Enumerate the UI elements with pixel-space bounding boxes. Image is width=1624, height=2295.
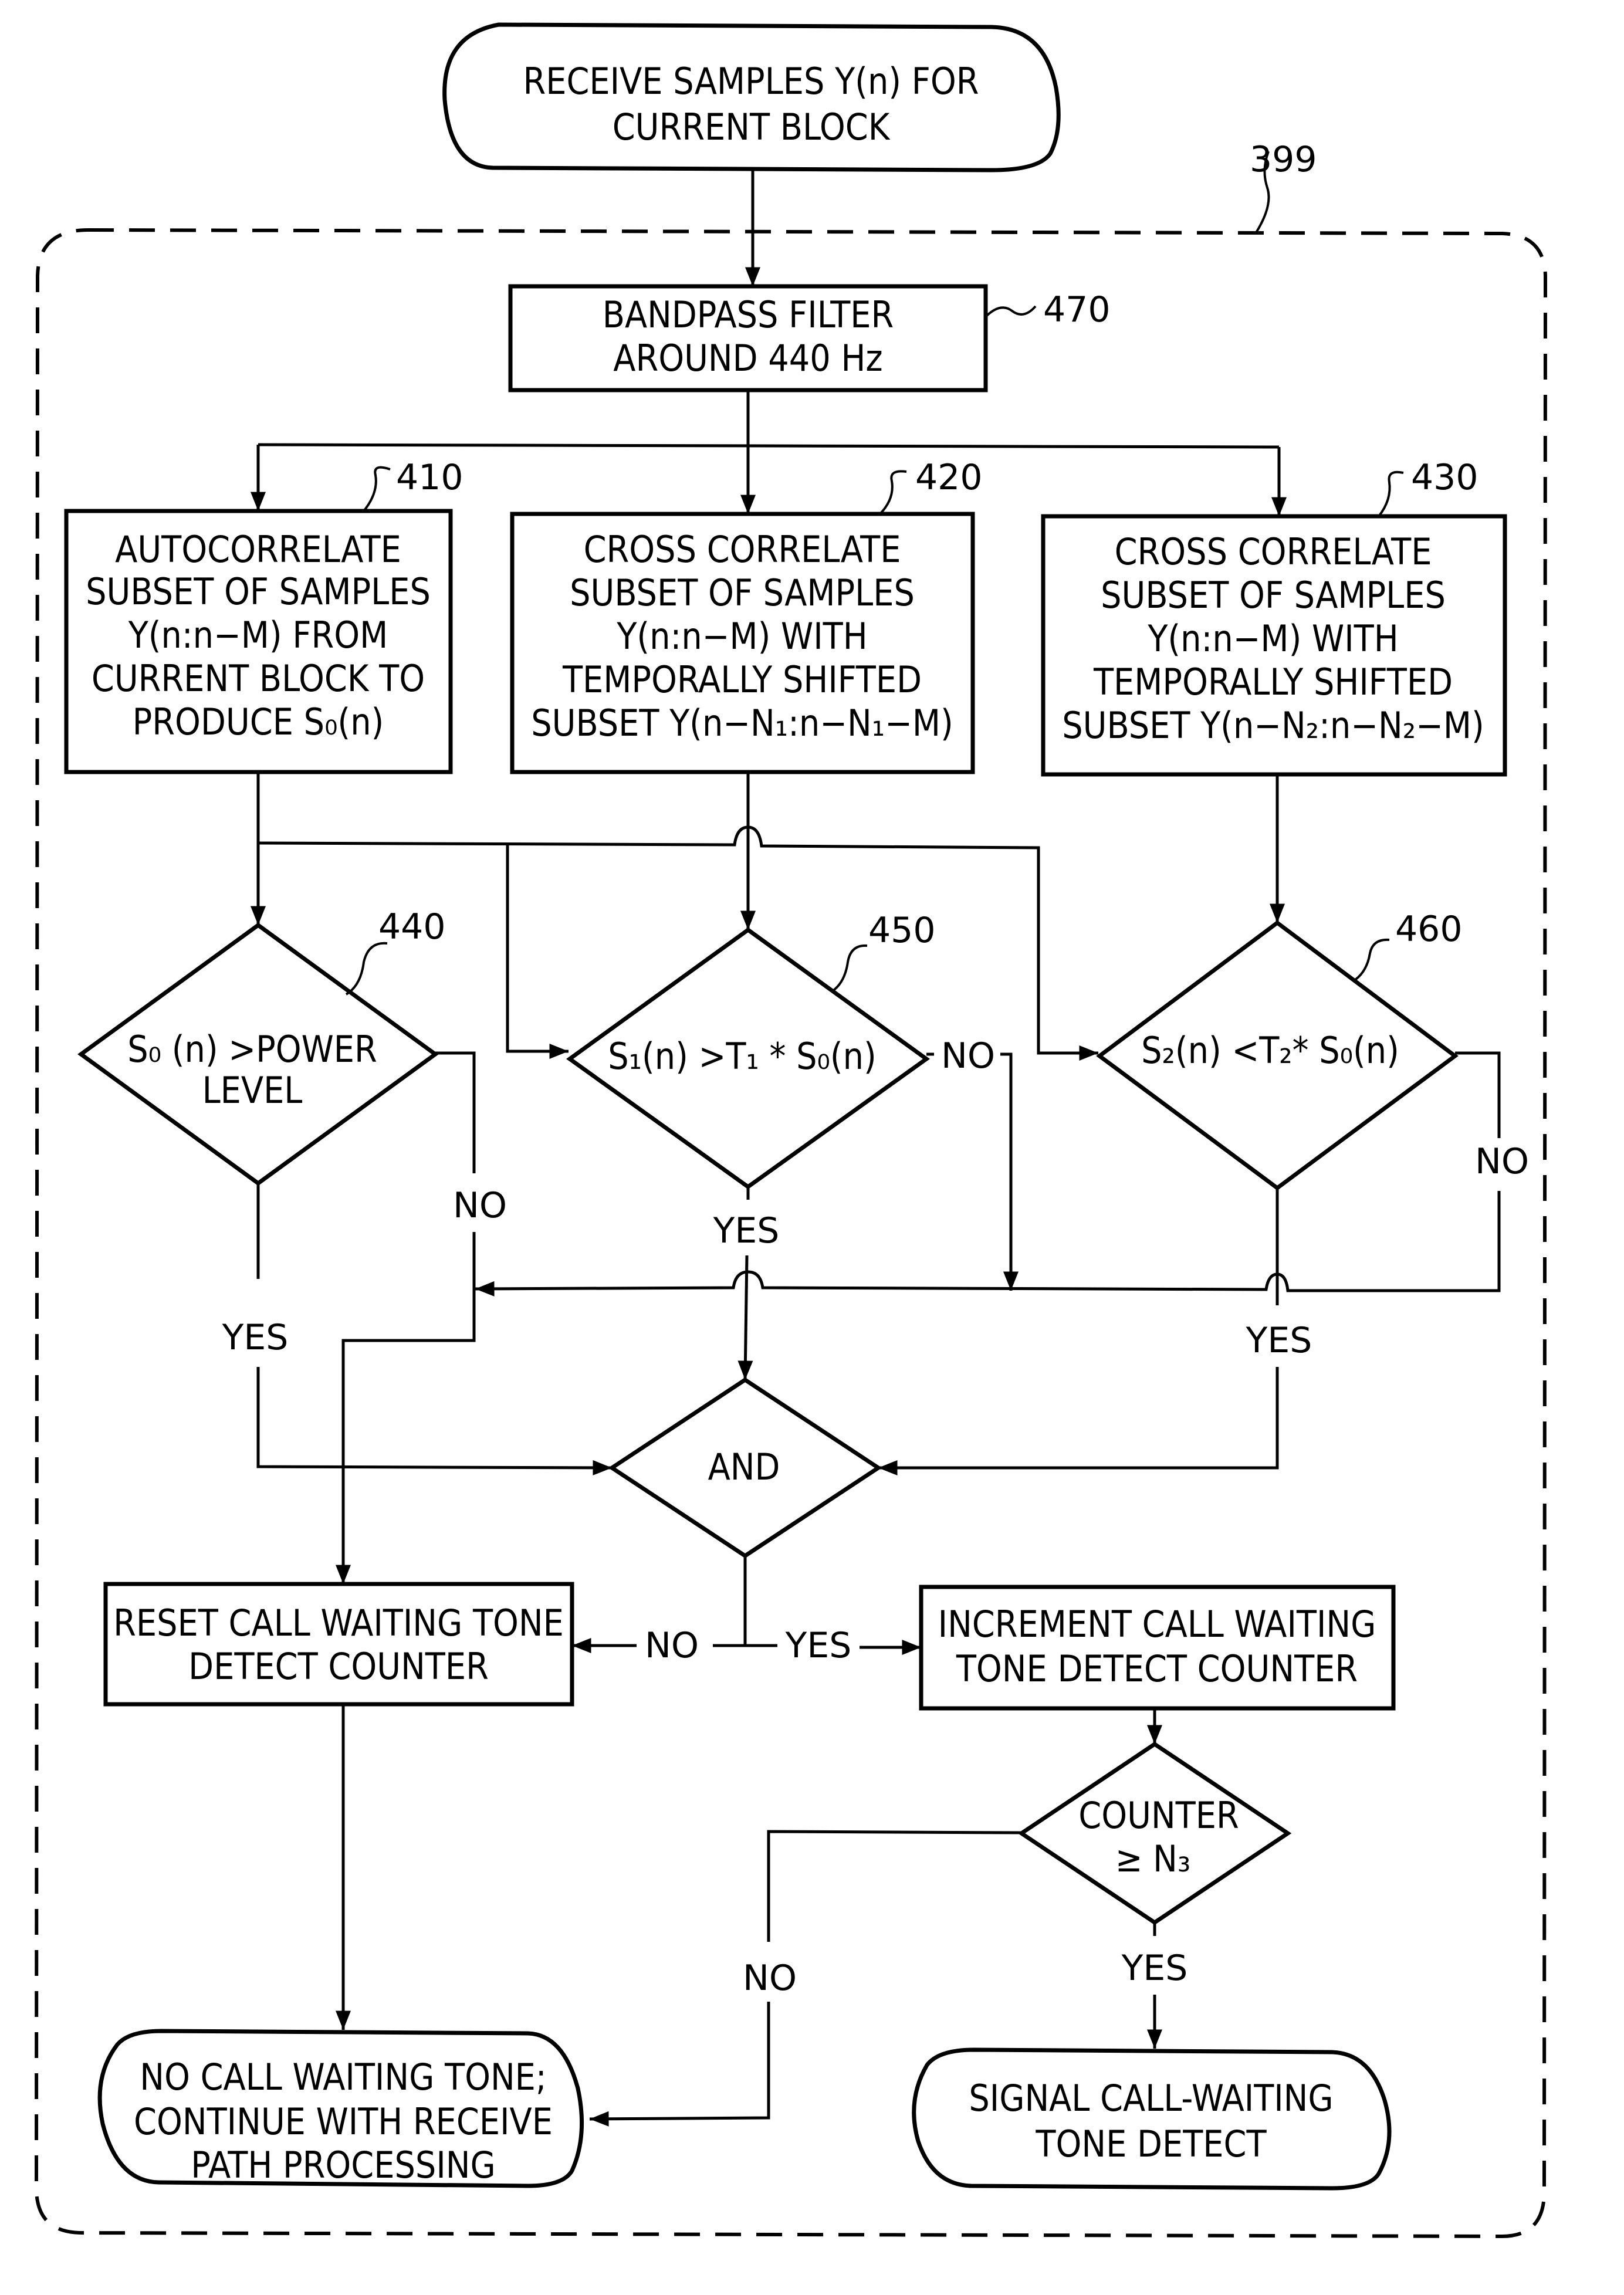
counter-no-label: NO (743, 1958, 797, 1999)
end-no-tone-line-3: PATH PROCESSING (191, 2144, 495, 2186)
counter-line-2: ≥ N₃ (1115, 1837, 1191, 1880)
autocorrelate-box: AUTOCORRELATE SUBSET OF SAMPLES Y(n:n−M)… (64, 509, 453, 774)
decision-s1-no-label: NO (941, 1035, 995, 1077)
decision-s1-leader (831, 944, 868, 993)
bandpass-line-2: AROUND 440 Hz (613, 337, 882, 380)
crosscorr1-line-5: SUBSET Y(n−N₁:n−N₁−M) (531, 702, 953, 744)
crosscorr2-line-1: CROSS CORRELATE (1115, 530, 1432, 573)
connector-s1-yes-2 (737, 1255, 753, 1380)
decision-power-line-2: LEVEL (202, 1069, 303, 1112)
autocorrelate-line-1: AUTOCORRELATE (115, 528, 401, 571)
connector-power-yes-2 (256, 1367, 613, 1475)
start-line-1: RECEIVE SAMPLES Y(n) FOR (523, 60, 979, 103)
bandpass-filter-box: BANDPASS FILTER AROUND 440 Hz (508, 284, 988, 392)
connector-power-no-2 (336, 1232, 476, 1584)
crosscorr1-line-4: TEMPORALLY SHIFTED (562, 658, 922, 701)
crosscorr1-ref: 420 (915, 457, 983, 498)
decision-power-no-label: NO (453, 1185, 507, 1226)
connector-s2-yes-2 (878, 1367, 1279, 1475)
connector-s2-no (1455, 1051, 1501, 1138)
connector-counter-no-1 (767, 1830, 1022, 1942)
autocorrelate-line-2: SUBSET OF SAMPLES (86, 570, 431, 613)
cross-correlate-1-box: CROSS CORRELATE SUBSET OF SAMPLES Y(n:n−… (510, 512, 975, 774)
decision-s2-ref: 460 (1395, 909, 1463, 950)
decision-power-line-1: S₀ (n) >POWER (127, 1028, 377, 1071)
flowchart-canvas: 399 RECEIVE SAMPLES Y(n) FOR CURRENT BLO… (34, 22, 1548, 2239)
reset-counter-box: RESET CALL WAITING TONE DETECT COUNTER (103, 1582, 574, 1707)
crosscorr2-line-2: SUBSET OF SAMPLES (1101, 574, 1446, 617)
autocorrelate-ref: 410 (396, 457, 463, 498)
end-signal-detect: SIGNAL CALL-WAITING TONE DETECT (912, 2047, 1392, 2191)
connector-no-bus (475, 1191, 1501, 1297)
decision-power-level: S₀ (n) >POWER LEVEL (77, 922, 439, 1186)
and-gate-label: AND (708, 1446, 780, 1488)
crosscorr2-line-5: SUBSET Y(n−N₂:n−N₂−M) (1062, 704, 1484, 747)
increment-line-2: TONE DETECT COUNTER (956, 1647, 1358, 1690)
decision-s2-line-1: S₂(n) <T₂* S₀(n) (1141, 1029, 1399, 1072)
connector-s1-no (1000, 1052, 1019, 1291)
end-no-tone-line-2: CONTINUE WITH RECEIVE (134, 2100, 553, 2143)
decision-s2-no-label: NO (1475, 1141, 1529, 1182)
connector-power-no (435, 1051, 476, 1173)
crosscorr1-leader (879, 470, 907, 515)
decision-s2-yes-label: YES (1246, 1320, 1312, 1361)
increment-counter-box: INCREMENT CALL WAITING TONE DETECT COUNT… (919, 1585, 1396, 1711)
crosscorr2-line-4: TEMPORALLY SHIFTED (1093, 661, 1453, 703)
decision-s1-line-1: S₁(n) >T₁ * S₀(n) (608, 1035, 876, 1078)
autocorrelate-line-3: Y(n:n−M) FROM (128, 614, 388, 656)
and-gate: AND (608, 1377, 882, 1559)
crosscorr1-line-1: CROSS CORRELATE (584, 528, 901, 571)
crosscorr2-line-3: Y(n:n−M) WITH (1147, 617, 1398, 660)
decision-s2-leader (1354, 938, 1390, 981)
end-signal-line-1: SIGNAL CALL-WAITING (969, 2077, 1333, 2120)
crosscorr2-ref: 430 (1411, 457, 1478, 498)
autocorrelate-line-5: PRODUCE S₀(n) (133, 700, 384, 743)
counter-threshold-decision: COUNTER ≥ N₃ (1017, 1741, 1292, 1925)
reset-line-1: RESET CALL WAITING TONE (113, 1602, 564, 1644)
crosscorr1-line-2: SUBSET OF SAMPLES (570, 571, 915, 614)
increment-line-1: INCREMENT CALL WAITING (938, 1603, 1376, 1646)
crosscorr1-line-3: Y(n:n−M) WITH (616, 615, 867, 658)
reset-line-2: DETECT COUNTER (188, 1645, 489, 1688)
start-terminal: RECEIVE SAMPLES Y(n) FOR CURRENT BLOCK (442, 22, 1061, 172)
connector-split-bar (258, 443, 1280, 449)
cross-correlate-2-box: CROSS CORRELATE SUBSET OF SAMPLES Y(n:n−… (1041, 514, 1507, 777)
crosscorr2-leader (1378, 470, 1404, 517)
decision-power-leader (345, 942, 388, 996)
end-no-tone-line-1: NO CALL WAITING TONE; (140, 2056, 546, 2098)
region-399-ref: 399 (1250, 139, 1317, 180)
bandpass-line-1: BANDPASS FILTER (603, 293, 894, 336)
bandpass-leader (984, 305, 1037, 318)
and-no-label: NO (645, 1625, 699, 1666)
decision-power-yes-label: YES (222, 1317, 289, 1358)
decision-s1-yes-label: YES (713, 1210, 780, 1251)
and-yes-label: YES (785, 1625, 852, 1666)
end-no-call-waiting: NO CALL WAITING TONE; CONTINUE WITH RECE… (97, 2029, 584, 2188)
decision-power-ref: 440 (378, 906, 446, 947)
end-signal-line-2: TONE DETECT (1035, 2123, 1267, 2165)
decision-s2-threshold: S₂(n) <T₂* S₀(n) (1096, 920, 1459, 1191)
bandpass-ref: 470 (1043, 289, 1111, 330)
autocorrelate-leader (363, 466, 391, 512)
decision-s1-threshold: S₁(n) >T₁ * S₀(n) (566, 927, 930, 1190)
start-line-2: CURRENT BLOCK (613, 106, 891, 148)
counter-yes-label: YES (1121, 1948, 1188, 1989)
connector-s0-to-450 (506, 844, 569, 1059)
counter-line-1: COUNTER (1078, 1794, 1239, 1837)
decision-s1-ref: 450 (868, 910, 936, 951)
autocorrelate-line-4: CURRENT BLOCK TO (92, 657, 425, 700)
connector-counter-no-2 (589, 2002, 770, 2127)
